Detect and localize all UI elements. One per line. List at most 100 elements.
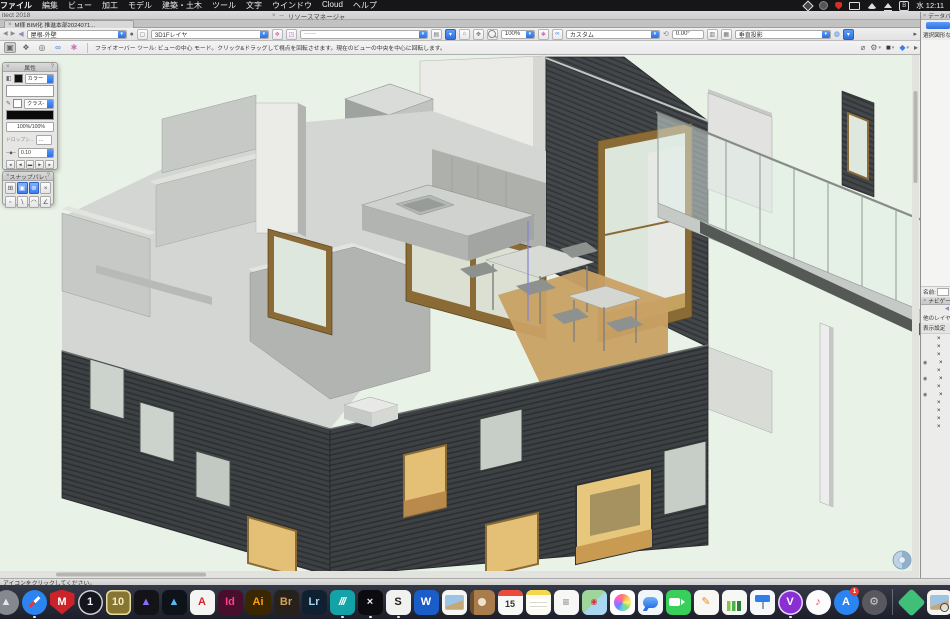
minimize-icon[interactable]: ─	[280, 13, 284, 19]
nav-layer-row[interactable]: ×	[923, 351, 949, 359]
dock-v-player[interactable]: V	[776, 586, 804, 618]
toolbar-overflow-icon[interactable]: ▸	[914, 43, 918, 52]
model-canvas[interactable]	[0, 55, 950, 578]
snap-grid-icon[interactable]: ⊞	[5, 182, 16, 194]
walkthrough-icon[interactable]: ✥	[473, 29, 484, 40]
layer-visible-checkbox[interactable]: ×	[937, 384, 941, 390]
viewbar-overflow-icon[interactable]: ▸	[913, 30, 917, 39]
flower-mode-icon[interactable]: ✱	[68, 42, 80, 53]
nav-layer-row[interactable]: ◉×	[923, 375, 949, 383]
class-nav-icon[interactable]: ❖	[272, 29, 283, 40]
marker-button-2[interactable]: ▬	[26, 160, 35, 169]
render-menu-icon[interactable]: ▾	[843, 29, 854, 40]
nav-layer-row[interactable]: ×	[923, 343, 949, 351]
layer-visible-checkbox[interactable]: ×	[937, 352, 941, 358]
dock-reminders[interactable]: ≡	[552, 586, 580, 618]
menu-status-wifi-icon[interactable]	[867, 3, 877, 9]
dock-lightroom[interactable]: Lr	[300, 586, 328, 618]
back-icon[interactable]: ◀	[3, 30, 8, 39]
menu-item-modify[interactable]: 加工	[102, 0, 118, 11]
layer-nav-icon[interactable]: ◳	[286, 29, 297, 40]
fill-style-dropdown[interactable]: カラー	[25, 74, 54, 84]
dock-affinity-photo[interactable]: ▲	[132, 586, 160, 618]
glasses-mode-icon[interactable]: ∞	[52, 42, 64, 53]
render-globe-icon[interactable]: ◍	[834, 30, 840, 39]
dock-bridge[interactable]: Br	[272, 586, 300, 618]
dock-contacts[interactable]	[468, 586, 496, 618]
snap-disable-icon[interactable]: ⌀	[860, 43, 865, 52]
pen-style-dropdown[interactable]: クラス-	[24, 99, 54, 109]
fill-bucket-icon[interactable]: ◧	[6, 75, 12, 82]
blue-cube-icon[interactable]: ◆▾	[899, 43, 909, 52]
rotation-angle-field[interactable]: 0.00°	[672, 30, 704, 39]
marker-button-1[interactable]: ◄	[16, 160, 25, 169]
menu-status-boxb-icon[interactable]: B	[899, 1, 909, 11]
lineweight-dropdown[interactable]: 0.10	[18, 148, 54, 158]
layer-visible-checkbox[interactable]: ×	[939, 376, 943, 382]
nav-layer-row[interactable]: ×	[923, 335, 949, 343]
pen-color-swatch[interactable]	[13, 99, 22, 108]
marker-button-3[interactable]: ►	[35, 160, 44, 169]
dock-app-store[interactable]: A1	[832, 586, 860, 618]
dock-x-app[interactable]: ×	[356, 586, 384, 618]
menu-item-window[interactable]: ウインドウ	[272, 0, 312, 11]
layer-visible-checkbox[interactable]: ×	[937, 416, 941, 422]
dock-capture-one-10[interactable]: 10	[104, 586, 132, 618]
menu-item-help[interactable]: ヘルプ	[353, 0, 377, 11]
dock-notes[interactable]	[524, 586, 552, 618]
data-palette-blue-button[interactable]	[926, 22, 950, 29]
name-input[interactable]	[937, 288, 949, 296]
layer-visible-checkbox[interactable]: ×	[937, 368, 941, 374]
menu-item-cloud[interactable]: Cloud	[322, 0, 343, 11]
dock-launchpad[interactable]: ▲	[0, 586, 20, 618]
marker-button-4[interactable]: ▸	[45, 160, 54, 169]
forward-icon[interactable]: ▶	[11, 30, 16, 39]
nav-layer-row[interactable]: ×	[923, 399, 949, 407]
dock-facetime[interactable]	[664, 586, 692, 618]
menu-item-arch-civil[interactable]: 建築・土木	[162, 0, 202, 11]
marker-button-0[interactable]: ◂	[6, 160, 15, 169]
zoom-level-dropdown[interactable]: 100%▾	[501, 30, 535, 39]
megaphone-icon[interactable]: ◀	[18, 30, 23, 39]
dock-numbers[interactable]	[720, 586, 748, 618]
view-pane-icon[interactable]: ▥	[707, 29, 718, 40]
layer-visible-checkbox[interactable]: ×	[937, 408, 941, 414]
nav-layer-row[interactable]: ◉×	[923, 391, 949, 399]
dock-stack-notes[interactable]	[897, 586, 925, 618]
menu-status-shield-icon[interactable]	[835, 2, 842, 10]
zoom-icon[interactable]	[487, 29, 498, 40]
close-icon[interactable]: ×	[923, 13, 926, 19]
render-mode-dropdown[interactable]: カスタム▾	[566, 30, 660, 39]
layer-options-icon[interactable]: ▢	[137, 29, 148, 40]
pen-icon[interactable]: ✎	[6, 100, 11, 107]
opacity-button[interactable]: 100%/100%	[6, 122, 54, 132]
dock-acrobat[interactable]: A	[188, 586, 216, 618]
tab-close-icon[interactable]: ×	[8, 22, 12, 28]
snap-object-icon[interactable]: ▣	[17, 182, 28, 194]
rotate-icon[interactable]: ⟲	[663, 30, 669, 39]
snap-angle-icon[interactable]: ⊕	[29, 182, 40, 194]
nav-layer-row[interactable]: ×	[923, 415, 949, 423]
dock-preview[interactable]	[440, 586, 468, 618]
layer-visible-checkbox[interactable]: ×	[939, 360, 943, 366]
menu-item-file[interactable]: ファイル	[0, 0, 32, 11]
dock-keynote[interactable]	[748, 586, 776, 618]
dock-affinity-designer[interactable]: ▲	[160, 586, 188, 618]
sheet-icon[interactable]: ▤	[431, 29, 442, 40]
layer-dropdown[interactable]: 3D1Fレイヤ▾	[151, 30, 269, 39]
stereo-glasses-icon[interactable]: ∞	[552, 29, 563, 40]
snap-tangent-icon[interactable]: ∠	[40, 196, 51, 208]
nav-layer-row[interactable]: ×	[923, 367, 949, 375]
dock-pages[interactable]: ✎	[692, 586, 720, 618]
snap-curve-icon[interactable]: ◠	[29, 196, 40, 208]
layer-visible-checkbox[interactable]: ×	[937, 424, 941, 430]
dock-vectorworks[interactable]: ///	[328, 586, 356, 618]
view-center-mode-icon[interactable]: ▣	[4, 42, 16, 53]
dock-messages[interactable]	[636, 586, 664, 618]
nav-layer-row[interactable]: ×	[923, 407, 949, 415]
help-icon[interactable]: ?	[47, 173, 50, 179]
menu-item-tools[interactable]: ツール	[212, 0, 236, 11]
eye-icon[interactable]: ◉	[923, 360, 929, 366]
dock-capture-one[interactable]: 1	[76, 586, 104, 618]
eye-icon[interactable]: ◉	[923, 376, 929, 382]
